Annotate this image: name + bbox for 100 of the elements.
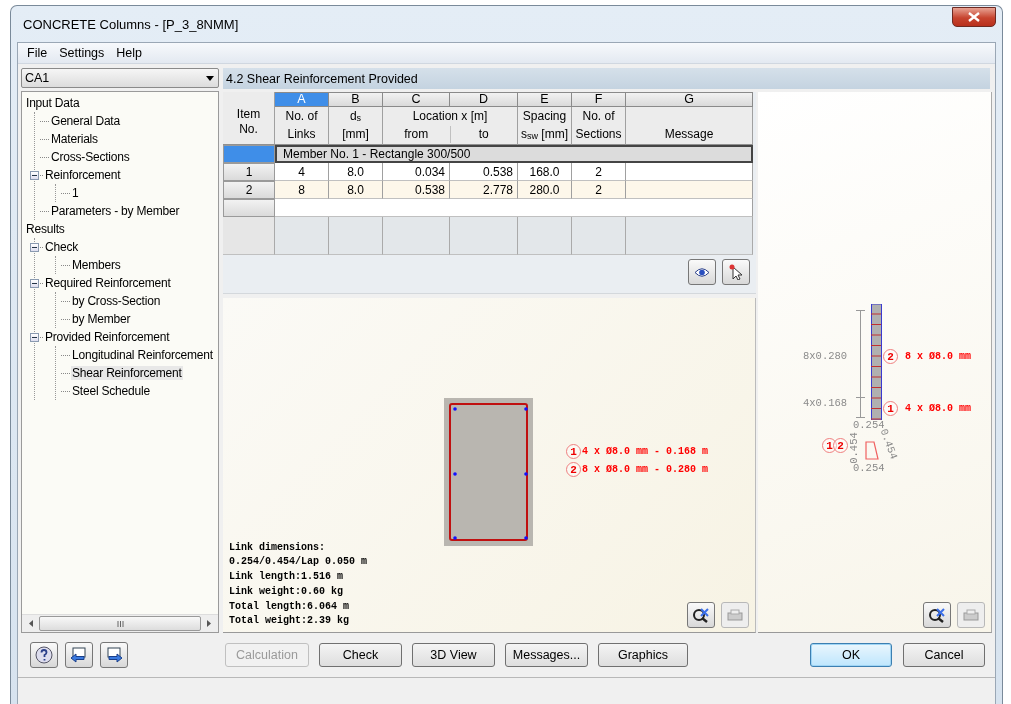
minus-sign-icon bbox=[32, 280, 37, 286]
column-letter[interactable]: B bbox=[329, 92, 383, 107]
grip-icon bbox=[116, 620, 124, 627]
table-cell bbox=[518, 217, 572, 255]
menu-item[interactable]: Settings bbox=[53, 46, 111, 60]
dialog-button[interactable]: Cancel bbox=[903, 643, 985, 667]
table-cell: 8 bbox=[275, 181, 329, 199]
column-heading: Sections bbox=[575, 125, 622, 143]
table-cell: 168.0 bbox=[518, 163, 572, 181]
column-letter[interactable]: G bbox=[626, 92, 753, 107]
dimension-label: 0.254 bbox=[853, 462, 885, 474]
printer-icon bbox=[963, 609, 979, 621]
case-dropdown[interactable]: CA1 bbox=[21, 68, 219, 88]
tree-item[interactable]: Check bbox=[44, 240, 79, 254]
tree-item[interactable]: by Member bbox=[71, 312, 132, 326]
tree-item[interactable]: by Cross-Section bbox=[71, 294, 162, 308]
dialog-button[interactable]: OK bbox=[810, 643, 892, 667]
dimension-label: 4x0.168 bbox=[803, 397, 848, 409]
zoom-button[interactable] bbox=[687, 602, 715, 628]
scrollbar-thumb[interactable] bbox=[39, 616, 201, 631]
dimension-label: 0.454 bbox=[847, 432, 860, 464]
table-cell bbox=[450, 217, 518, 255]
action-button[interactable]: 3D View bbox=[412, 643, 495, 667]
action-button[interactable]: Messages... bbox=[505, 643, 588, 667]
link-shape-drawing bbox=[865, 441, 879, 461]
tree-item[interactable]: Shear Reinforcement bbox=[71, 366, 183, 380]
tree-item[interactable]: Results bbox=[25, 222, 66, 236]
next-button[interactable] bbox=[100, 642, 128, 668]
table-cell bbox=[275, 217, 329, 255]
tree-item[interactable]: Parameters - by Member bbox=[50, 204, 181, 218]
tree-item[interactable]: 1 bbox=[71, 186, 80, 200]
magnifier-icon bbox=[692, 607, 710, 623]
scroll-left-icon bbox=[29, 620, 33, 627]
note-line: Total weight:2.39 kg bbox=[229, 614, 351, 629]
horizontal-scrollbar[interactable] bbox=[22, 614, 218, 632]
table-cell: 280.0 bbox=[518, 181, 572, 199]
table-cell: 4 bbox=[275, 163, 329, 181]
note-line: Link weight:0.60 kg bbox=[229, 584, 345, 599]
minus-sign-icon bbox=[32, 334, 37, 340]
tree-item[interactable]: Provided Reinforcement bbox=[44, 330, 171, 344]
row-header[interactable]: 2 bbox=[223, 181, 275, 199]
table-cell bbox=[383, 217, 450, 255]
eye-icon bbox=[694, 266, 710, 278]
column-heading: Item No. bbox=[236, 107, 261, 137]
legend-label: 4 x Ø8.0 mm bbox=[904, 403, 971, 414]
row-header[interactable]: 1 bbox=[223, 163, 275, 181]
cursor-icon bbox=[729, 264, 743, 280]
tree-item[interactable]: Input Data bbox=[25, 96, 81, 110]
tree-item[interactable]: Materials bbox=[50, 132, 99, 146]
group-row: Member No. 1 - Rectangle 300/500 bbox=[275, 145, 753, 163]
close-button[interactable] bbox=[952, 7, 996, 27]
action-button[interactable]: Check bbox=[319, 643, 402, 667]
column-letter[interactable]: C bbox=[383, 92, 450, 107]
minus-sign-icon bbox=[32, 244, 37, 250]
callout-marker: 2 bbox=[883, 349, 898, 364]
table-cell bbox=[572, 217, 626, 255]
column-heading: Location x [m] bbox=[412, 108, 488, 126]
column-heading: Message bbox=[664, 125, 714, 143]
tree-item[interactable]: Reinforcement bbox=[44, 168, 122, 182]
tree-item[interactable]: Steel Schedule bbox=[71, 384, 151, 398]
collapse-toggle-icon[interactable] bbox=[30, 332, 39, 342]
tree-item[interactable]: Longitudinal Reinforcement bbox=[71, 348, 214, 362]
table-cell: 0.538 bbox=[383, 181, 450, 199]
note-line: 0.254/0.454/Lap 0.050 m bbox=[229, 555, 368, 570]
action-button[interactable]: Graphics bbox=[598, 643, 688, 667]
column-heading: s$_{sw}$ [mm] bbox=[521, 125, 568, 143]
help-button[interactable] bbox=[30, 642, 58, 668]
collapse-toggle-icon[interactable] bbox=[30, 170, 39, 180]
tree-item[interactable]: Required Reinforcement bbox=[44, 276, 172, 290]
close-icon bbox=[968, 12, 980, 22]
select-button[interactable] bbox=[722, 259, 750, 285]
collapse-toggle-icon[interactable] bbox=[30, 278, 39, 288]
legend-label: 8 x Ø8.0 mm - 0.280 m bbox=[582, 464, 709, 475]
tree-item[interactable]: General Data bbox=[50, 114, 121, 128]
column-letter[interactable]: F bbox=[572, 92, 626, 107]
column-heading: d$_{s}$ bbox=[349, 108, 362, 126]
table-cell: 2 bbox=[572, 163, 626, 181]
tree-item[interactable]: Cross-Sections bbox=[50, 150, 131, 164]
note-line: Link dimensions: bbox=[229, 540, 326, 555]
collapse-toggle-icon[interactable] bbox=[30, 242, 39, 252]
legend-label: 4 x Ø8.0 mm - 0.168 m bbox=[582, 446, 709, 457]
zoom-button[interactable] bbox=[923, 602, 951, 628]
previous-button[interactable] bbox=[65, 642, 93, 668]
column-letter[interactable]: D bbox=[450, 92, 518, 107]
column-letter[interactable]: E bbox=[518, 92, 572, 107]
table-cell: 0.034 bbox=[383, 163, 450, 181]
view-button[interactable] bbox=[688, 259, 716, 285]
note-line: Link length:1.516 m bbox=[229, 570, 345, 585]
column-heading: Spacing bbox=[522, 108, 567, 126]
callout-marker: 2 bbox=[833, 438, 848, 453]
menu-item[interactable]: File bbox=[21, 46, 54, 60]
tree-item[interactable]: Members bbox=[71, 258, 122, 272]
panel-title: 4.2 Shear Reinforcement Provided bbox=[223, 68, 990, 89]
callout-marker: 1 bbox=[822, 438, 837, 453]
menu-item[interactable]: Help bbox=[110, 46, 149, 60]
note-line: Total length:6.064 m bbox=[229, 599, 351, 614]
window-title: CONCRETE Columns - [P_3_8NMM] bbox=[23, 16, 239, 32]
legend-label: 8 x Ø8.0 mm bbox=[904, 351, 971, 362]
table-cell: 8.0 bbox=[329, 163, 383, 181]
column-heading: Links bbox=[287, 125, 316, 143]
